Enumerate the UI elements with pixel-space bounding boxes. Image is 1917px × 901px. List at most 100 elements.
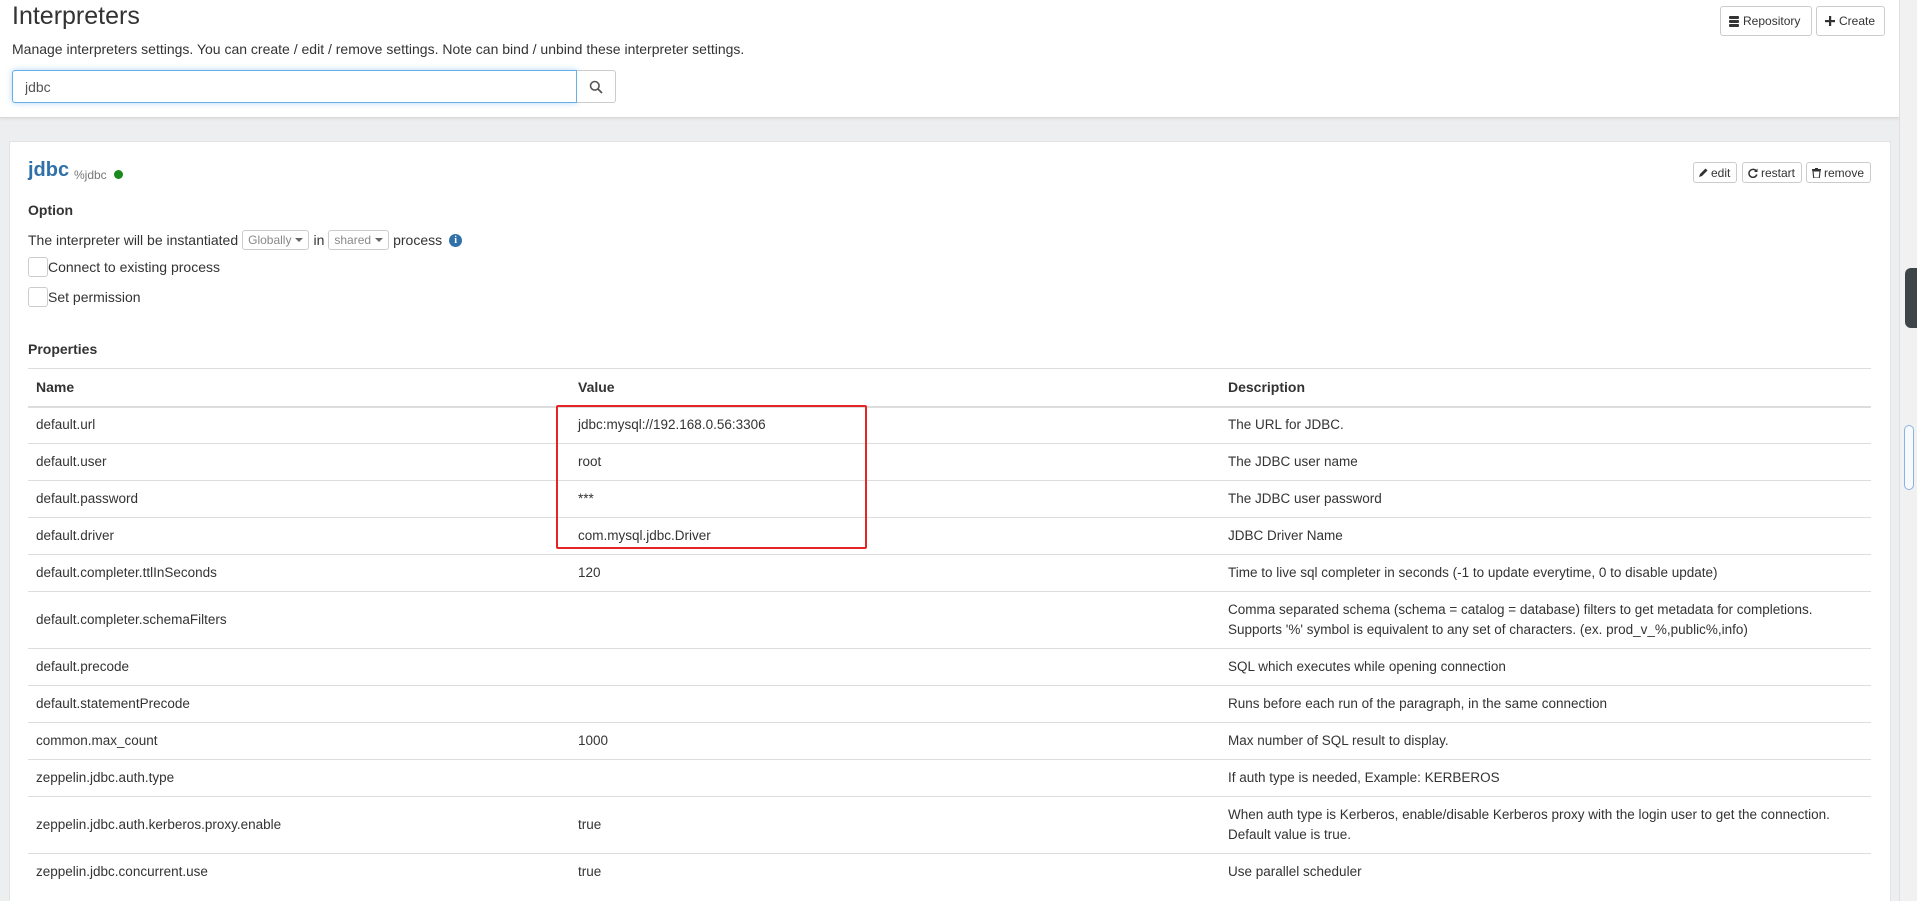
instantiation-option: The interpreter will be instantiated Glo… (28, 230, 463, 250)
property-value: 1000 (570, 722, 1220, 760)
table-row: default.completer.ttlInSeconds 120 Time … (28, 554, 1871, 592)
table-row: default.precode SQL which executes while… (28, 648, 1871, 686)
create-button[interactable]: Create (1816, 6, 1885, 36)
table-row: default.user root The JDBC user name (28, 443, 1871, 481)
mode-value: shared (334, 233, 372, 247)
property-value: com.mysql.jdbc.Driver (570, 517, 1220, 555)
status-indicator (114, 170, 123, 179)
page-scrollbar[interactable] (1899, 0, 1917, 901)
properties-table: Name Value Description default.url jdbc:… (28, 368, 1871, 891)
option-text-2: in (313, 232, 325, 248)
property-name: default.driver (28, 517, 570, 555)
chevron-down-icon (295, 238, 304, 242)
property-description: SQL which executes while opening connect… (1220, 648, 1871, 686)
column-header-value: Value (570, 368, 1220, 408)
property-value (570, 759, 1220, 797)
interpreter-tag: %jdbc (74, 168, 107, 182)
pencil-icon (1699, 168, 1708, 177)
property-description: Use parallel scheduler (1220, 853, 1871, 891)
trash-icon (1812, 167, 1821, 178)
set-permission-checkbox[interactable] (28, 287, 48, 307)
property-value: root (570, 443, 1220, 481)
page-description: Manage interpreters settings. You can cr… (12, 41, 745, 57)
property-description: JDBC Driver Name (1220, 517, 1871, 555)
property-value: true (570, 853, 1220, 891)
property-name: zeppelin.jdbc.auth.kerberos.proxy.enable (28, 796, 570, 854)
remove-label: remove (1824, 165, 1865, 180)
property-name: zeppelin.jdbc.auth.type (28, 759, 570, 797)
page-title: Interpreters (12, 2, 140, 30)
table-row: zeppelin.jdbc.auth.type If auth type is … (28, 759, 1871, 797)
property-value: true (570, 796, 1220, 854)
column-header-name: Name (28, 368, 570, 408)
property-description: Time to live sql completer in seconds (-… (1220, 554, 1871, 592)
search-icon (589, 80, 603, 94)
property-description: The JDBC user name (1220, 443, 1871, 481)
repository-button[interactable]: Repository (1720, 6, 1812, 36)
property-name: default.completer.ttlInSeconds (28, 554, 570, 592)
mode-dropdown[interactable]: shared (328, 230, 390, 250)
table-header-row: Name Value Description (28, 368, 1871, 408)
property-value (570, 591, 1220, 649)
property-value: jdbc:mysql://192.168.0.56:3306 (570, 406, 1220, 444)
search-input[interactable] (12, 70, 577, 103)
set-permission-label: Set permission (48, 289, 141, 305)
page-header: Interpreters Manage interpreters setting… (0, 0, 1899, 118)
refresh-icon (1748, 168, 1758, 178)
connect-existing-checkbox[interactable] (28, 257, 48, 277)
remove-button[interactable]: remove (1806, 162, 1871, 183)
property-description: If auth type is needed, Example: KERBERO… (1220, 759, 1871, 797)
property-value (570, 685, 1220, 723)
restart-label: restart (1761, 165, 1796, 180)
connect-existing-label: Connect to existing process (48, 259, 220, 275)
property-description: The URL for JDBC. (1220, 406, 1871, 444)
property-value: *** (570, 480, 1220, 518)
property-name: common.max_count (28, 722, 570, 760)
search-button[interactable] (577, 70, 616, 103)
table-row: default.statementPrecode Runs before eac… (28, 685, 1871, 723)
property-name: default.completer.schemaFilters (28, 591, 570, 649)
table-row: zeppelin.jdbc.auth.kerberos.proxy.enable… (28, 796, 1871, 854)
scope-value: Globally (248, 233, 292, 247)
scope-dropdown[interactable]: Globally (242, 230, 310, 250)
interpreter-panel: jdbc %jdbc edit restart remove Option Th… (9, 141, 1891, 901)
table-row: default.completer.schemaFilters Comma se… (28, 591, 1871, 649)
table-row: zeppelin.jdbc.concurrent.use true Use pa… (28, 853, 1871, 891)
property-name: default.precode (28, 648, 570, 686)
table-row: common.max_count 1000 Max number of SQL … (28, 722, 1871, 760)
property-description: The JDBC user password (1220, 480, 1871, 518)
property-name: default.statementPrecode (28, 685, 570, 723)
property-description: Max number of SQL result to display. (1220, 722, 1871, 760)
column-header-description: Description (1220, 368, 1871, 408)
info-icon[interactable]: i (449, 233, 463, 247)
properties-heading: Properties (28, 341, 98, 357)
property-name: default.url (28, 406, 570, 444)
property-name: zeppelin.jdbc.concurrent.use (28, 853, 570, 891)
option-text-1: The interpreter will be instantiated (28, 232, 239, 248)
repository-label: Repository (1743, 14, 1801, 28)
property-description: Comma separated schema (schema = catalog… (1220, 591, 1871, 649)
property-description: Runs before each run of the paragraph, i… (1220, 685, 1871, 723)
table-row: default.driver com.mysql.jdbc.Driver JDB… (28, 517, 1871, 555)
scrollbar-thumb[interactable] (1904, 425, 1914, 490)
connect-existing-row: Connect to existing process (28, 257, 220, 277)
database-icon (1729, 15, 1739, 27)
side-panel-handle[interactable] (1905, 268, 1917, 328)
create-label: Create (1839, 14, 1876, 28)
table-row: default.password *** The JDBC user passw… (28, 480, 1871, 518)
set-permission-row: Set permission (28, 287, 141, 307)
restart-button[interactable]: restart (1742, 162, 1802, 183)
plus-icon (1825, 16, 1835, 26)
table-row: default.url jdbc:mysql://192.168.0.56:33… (28, 406, 1871, 444)
edit-label: edit (1711, 165, 1731, 180)
property-name: default.user (28, 443, 570, 481)
property-value (570, 648, 1220, 686)
option-text-3: process (393, 232, 443, 248)
interpreter-name: jdbc (28, 159, 70, 181)
property-name: default.password (28, 480, 570, 518)
property-description: When auth type is Kerberos, enable/disab… (1220, 796, 1871, 854)
property-value: 120 (570, 554, 1220, 592)
edit-button[interactable]: edit (1693, 162, 1737, 183)
chevron-down-icon (375, 238, 384, 242)
option-heading: Option (28, 202, 74, 218)
